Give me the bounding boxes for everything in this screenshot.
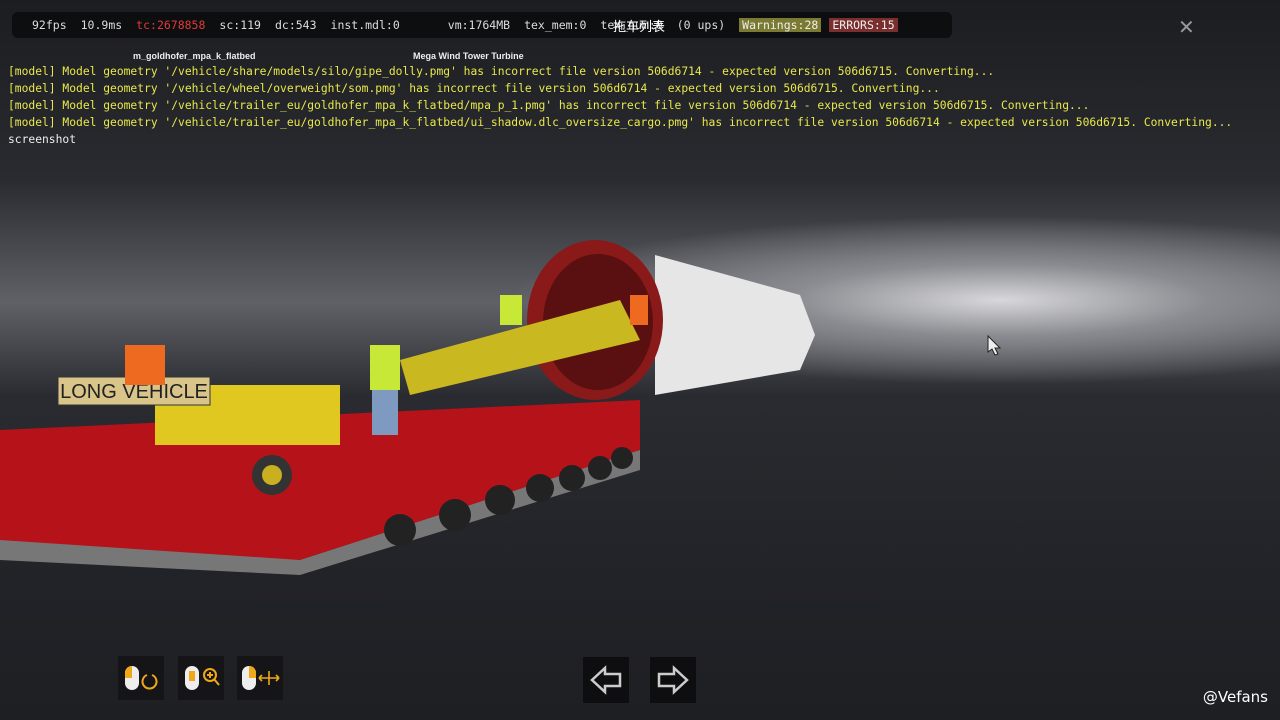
inst-mdl: inst.mdl:0	[330, 18, 400, 32]
mouse-zoom-icon	[185, 666, 220, 690]
console-line: screenshot	[8, 133, 77, 146]
console-log: [model] Model geometry '/vehicle/share/m…	[8, 46, 1232, 165]
console-line: [model] Model geometry '/vehicle/share/m…	[8, 65, 995, 78]
mouse-pan-icon	[242, 666, 280, 690]
fps: 92fps	[32, 18, 67, 32]
arrow-right-icon	[657, 665, 689, 695]
ups: (0 ups)	[676, 18, 726, 32]
next-button[interactable]	[650, 657, 696, 703]
sc-count: sc:119	[219, 18, 261, 32]
wind-tower-segment	[655, 255, 815, 395]
overlay-title: 拖车列表	[613, 20, 666, 35]
tex-mem: tex_mem:0	[524, 18, 587, 32]
arrow-left-icon	[590, 665, 622, 695]
dc-count: dc:543	[274, 18, 317, 32]
errors-badge: ERRORS:15	[829, 18, 898, 32]
console-line: [model] Model geometry '/vehicle/wheel/o…	[8, 82, 940, 95]
rotate-view-button[interactable]	[118, 656, 164, 700]
pan-view-button[interactable]	[237, 656, 283, 700]
vm-memory: vm:1764MB	[447, 18, 511, 32]
previous-button[interactable]	[583, 657, 629, 703]
mouse-rotate-icon	[125, 666, 158, 690]
console-line: [model] Model geometry '/vehicle/trailer…	[8, 116, 1233, 129]
mouse-cursor-icon	[987, 334, 1002, 356]
watermark: @Vefans	[1202, 688, 1268, 706]
close-button[interactable]: ✕	[1178, 15, 1195, 39]
tc-count: tc:2678858	[136, 18, 206, 32]
debug-stats-bar: 92fps 10.9ms tc:2678858 sc:119 dc:543 in…	[12, 12, 952, 38]
console-line: [model] Model geometry '/vehicle/trailer…	[8, 99, 1090, 112]
zoom-view-button[interactable]	[178, 656, 224, 700]
warnings-badge: Warnings:28	[739, 18, 822, 32]
frame-time: 10.9ms	[80, 18, 123, 32]
